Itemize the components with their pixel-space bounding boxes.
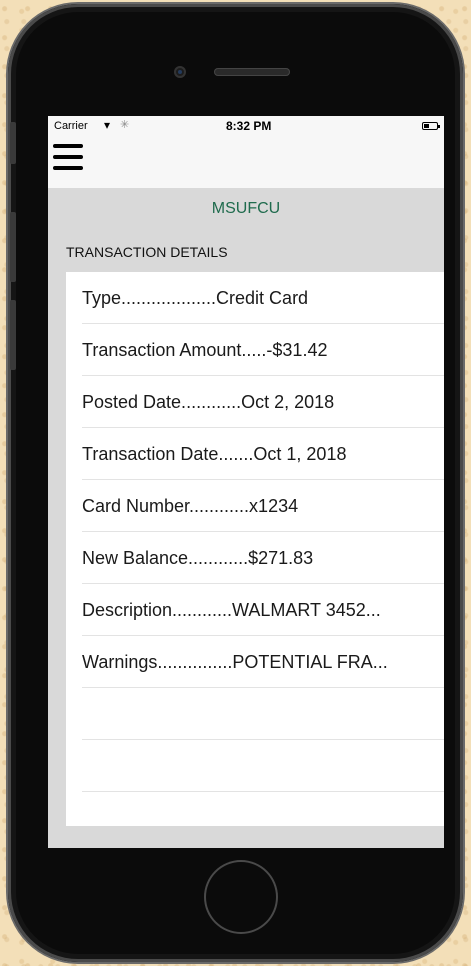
- battery-icon: [422, 122, 440, 130]
- detail-row-new-balance[interactable]: New Balance............$271.83: [82, 532, 444, 584]
- detail-row-description[interactable]: Description............WALMART 3452...: [82, 584, 444, 636]
- detail-row-card-number[interactable]: Card Number............x1234: [82, 480, 444, 532]
- carrier-label: Carrier: [54, 120, 88, 132]
- status-time: 8:32 PM: [226, 119, 272, 133]
- transaction-details-list: Type...................Credit Card Trans…: [66, 272, 444, 826]
- earpiece-speaker: [214, 68, 290, 76]
- volume-down-button: [10, 300, 16, 370]
- status-bar: Carrier ▾ ✳ 8:32 PM: [48, 116, 444, 136]
- menu-line-icon: [53, 144, 83, 148]
- detail-row-warnings[interactable]: Warnings...............POTENTIAL FRA...: [82, 636, 444, 688]
- detail-row-transaction-date[interactable]: Transaction Date.......Oct 1, 2018: [82, 428, 444, 480]
- detail-row-type[interactable]: Type...................Credit Card: [82, 272, 444, 324]
- home-button[interactable]: [206, 862, 276, 932]
- brand-title: MSUFCU: [211, 200, 281, 217]
- screen: Carrier ▾ ✳ 8:32 PM MSUFCU TRANSACTION D…: [48, 116, 444, 848]
- detail-row-posted-date[interactable]: Posted Date............Oct 2, 2018: [82, 376, 444, 428]
- empty-row: [82, 688, 444, 740]
- hamburger-menu-icon[interactable]: [53, 144, 83, 170]
- wifi-icon: ▾: [104, 118, 111, 132]
- front-camera: [174, 66, 186, 78]
- detail-row-transaction-amount[interactable]: Transaction Amount.....-$31.42: [82, 324, 444, 376]
- menu-line-icon: [53, 155, 83, 159]
- volume-up-button: [10, 212, 16, 282]
- empty-row: [82, 740, 444, 792]
- navigation-bar: [48, 136, 444, 188]
- section-title: TRANSACTION DETAILS: [66, 244, 228, 260]
- activity-icon: ✳: [120, 119, 130, 131]
- phone-frame: Carrier ▾ ✳ 8:32 PM MSUFCU TRANSACTION D…: [8, 4, 463, 962]
- mute-switch: [10, 122, 16, 164]
- menu-line-icon: [53, 166, 83, 170]
